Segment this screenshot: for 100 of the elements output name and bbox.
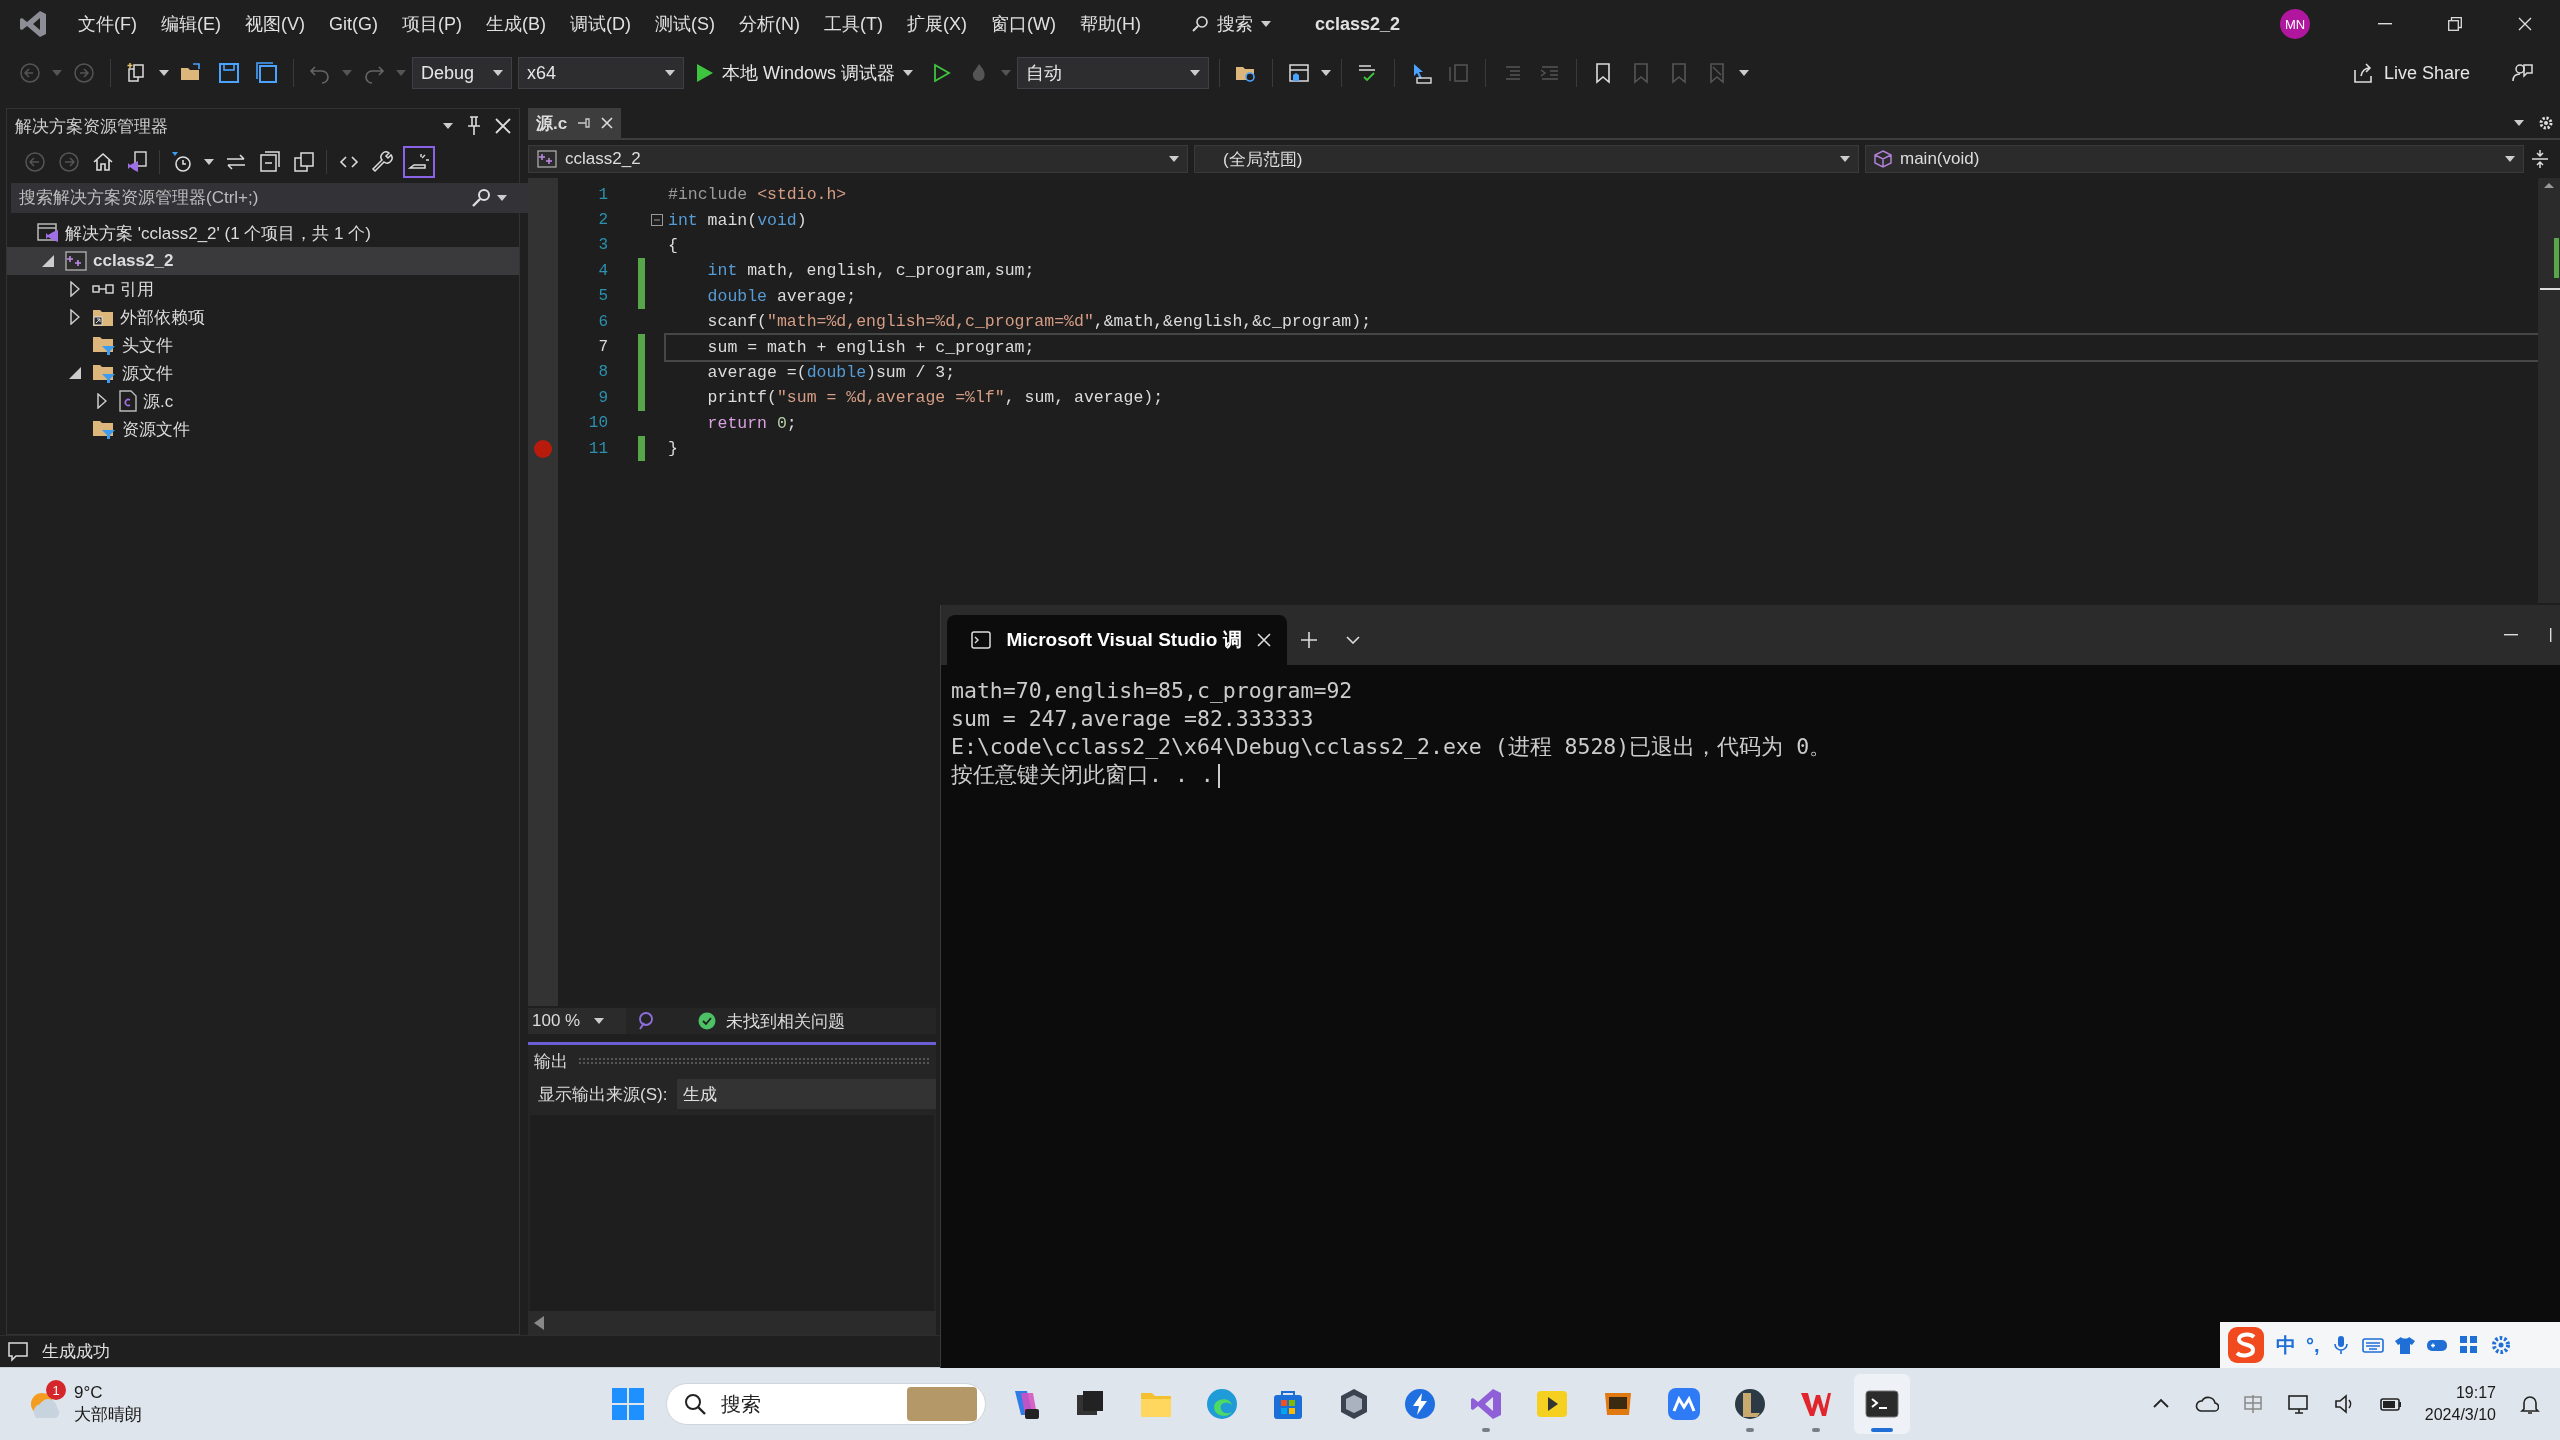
minimize-icon	[2504, 634, 2518, 636]
tree-item[interactable]: 源文件	[7, 359, 519, 387]
caret-icon[interactable]	[159, 70, 169, 76]
scroll-left-icon[interactable]	[534, 1316, 544, 1330]
menu-item[interactable]: 文件(F)	[66, 6, 149, 42]
live-share-button[interactable]: Live Share	[2345, 61, 2476, 85]
menu-item[interactable]: 编辑(E)	[149, 6, 233, 42]
window-layout-icon[interactable]	[1287, 61, 1312, 85]
taskbar-search-field[interactable]: 搜索	[666, 1383, 986, 1425]
collapsed-arrow-icon[interactable]	[70, 309, 80, 325]
zoom-dropdown[interactable]: 100 %	[528, 1008, 626, 1034]
project-dropdown[interactable]: cclass2_2	[528, 145, 1188, 173]
caret-icon[interactable]	[903, 70, 914, 76]
terminal-tab[interactable]: Microsoft Visual Studio 调	[947, 615, 1287, 665]
file-tab[interactable]: 源.c	[528, 108, 622, 138]
close-icon	[2518, 17, 2532, 31]
split-icon[interactable]	[2530, 149, 2550, 169]
punctuation-mode-indicator[interactable]: °,	[2306, 1333, 2320, 1357]
pin-icon[interactable]	[467, 116, 481, 136]
share-icon	[2351, 62, 2374, 84]
user-avatar[interactable]: MN	[2280, 9, 2310, 39]
console-icon	[971, 631, 991, 649]
configuration-dropdown[interactable]: Debug	[412, 57, 512, 89]
caret-icon[interactable]	[1840, 156, 1850, 162]
tree-item[interactable]: 源.c	[7, 387, 519, 415]
grid-icon[interactable]	[2457, 1334, 2480, 1356]
member-dropdown[interactable]: main(void)	[1865, 145, 2524, 173]
close-icon[interactable]	[495, 118, 511, 134]
search-button[interactable]: 搜索	[1182, 6, 1279, 42]
fold-toggle-icon[interactable]	[651, 214, 663, 227]
menu-item[interactable]: 项目(P)	[390, 6, 474, 42]
input-mode-indicator[interactable]: 中	[2276, 1331, 2296, 1359]
menu-item[interactable]: Git(G)	[317, 7, 390, 41]
project-icon	[65, 251, 87, 271]
menu-item[interactable]: 扩展(X)	[894, 6, 979, 42]
tree-item[interactable]: 头文件	[7, 331, 519, 359]
vertical-scrollbar[interactable]	[2538, 178, 2560, 603]
caret-icon[interactable]	[1169, 156, 1179, 162]
menu-item[interactable]: 视图(V)	[233, 6, 317, 42]
tab-list-caret-icon[interactable]	[2514, 120, 2524, 126]
collapsed-arrow-icon[interactable]	[97, 393, 107, 409]
caret-icon[interactable]	[1190, 70, 1201, 76]
solution-icon	[37, 222, 59, 244]
tree-item[interactable]: 外部依赖项	[7, 303, 519, 331]
references-icon	[92, 283, 114, 295]
caret-icon[interactable]	[1321, 70, 1332, 76]
platform-dropdown[interactable]: x64	[518, 57, 684, 89]
sogou-logo-icon[interactable]	[2226, 1325, 2266, 1365]
search-field[interactable]: 搜索解决方案资源管理器(Ctrl+;)	[11, 183, 529, 213]
switch-views-icon[interactable]	[125, 150, 149, 174]
code-line: #include <stdio.h>	[667, 184, 848, 207]
settings-icon[interactable]	[2538, 115, 2554, 131]
issues-status[interactable]: 未找到相关问题	[726, 1009, 845, 1033]
line-number: 7	[597, 338, 608, 357]
line-number: 4	[597, 261, 608, 280]
shirt-icon[interactable]	[2393, 1334, 2416, 1356]
save-icon[interactable]	[217, 61, 241, 85]
caret-icon[interactable]	[1739, 70, 1750, 76]
wrench-icon[interactable]	[371, 150, 395, 174]
weather-condition[interactable]: 大部晴朗	[74, 1404, 142, 1426]
menu-item[interactable]: 测试(S)	[643, 6, 727, 42]
pending-changes-icon[interactable]	[170, 150, 194, 174]
collapsed-arrow-icon[interactable]	[70, 281, 80, 297]
tree-item[interactable]: 解决方案 'cclass2_2' (1 个项目，共 1 个)	[7, 219, 519, 247]
taskbar-app-button[interactable]	[1854, 1374, 1910, 1434]
menu-item[interactable]: 生成(B)	[474, 6, 558, 42]
network-icon[interactable]	[2286, 1392, 2311, 1416]
tree-item[interactable]: 资源文件	[7, 415, 519, 443]
message-icon[interactable]	[8, 1341, 28, 1362]
close-icon[interactable]	[1257, 633, 1271, 647]
tree-item[interactable]: cclass2_2	[7, 247, 519, 275]
menu-item[interactable]: 工具(T)	[812, 6, 895, 42]
output-source-dropdown[interactable]: 生成	[677, 1079, 936, 1109]
caret-icon[interactable]	[1260, 21, 1271, 27]
menu-item[interactable]: 帮助(H)	[1067, 6, 1153, 42]
search-icon	[1190, 15, 1209, 33]
tree-item[interactable]: 引用	[7, 275, 519, 303]
collapse-all-icon[interactable]	[258, 150, 282, 174]
caret-icon[interactable]	[665, 70, 675, 76]
show-all-files-icon[interactable]	[292, 150, 316, 174]
caret-icon[interactable]	[493, 70, 503, 76]
home-icon[interactable]	[91, 150, 115, 174]
expanded-arrow-icon[interactable]	[42, 255, 54, 267]
visual-studio-logo-icon[interactable]	[18, 9, 48, 39]
clock[interactable]: 19:17 2024/3/10	[2424, 1382, 2496, 1426]
menu-item[interactable]: 调试(D)	[558, 6, 643, 42]
caret-icon[interactable]	[2505, 156, 2515, 162]
menu-item[interactable]: 窗口(W)	[978, 6, 1068, 42]
scope-dropdown[interactable]: (全局范围)	[1194, 145, 1859, 173]
intellicode-icon[interactable]	[636, 1011, 654, 1031]
temperature[interactable]: 9°C	[74, 1382, 142, 1404]
caret-icon[interactable]	[204, 159, 214, 165]
start-debugging-button[interactable]: 本地 Windows 调试器	[690, 61, 920, 85]
dropdown-caret-icon[interactable]	[443, 123, 453, 129]
save-all-icon[interactable]	[255, 61, 279, 85]
expanded-arrow-icon[interactable]	[69, 367, 81, 379]
photo-placeholder	[907, 1387, 977, 1421]
menu-item[interactable]: 分析(N)	[727, 6, 812, 42]
scope-dropdown[interactable]: 自动	[1017, 57, 1210, 89]
caret-icon[interactable]	[594, 1018, 605, 1024]
